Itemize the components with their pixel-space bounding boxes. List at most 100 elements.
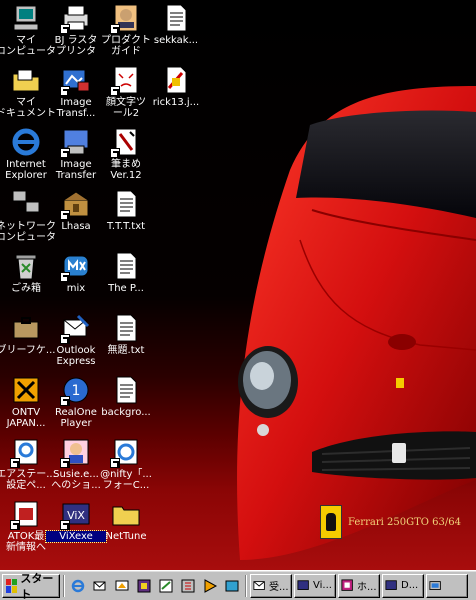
mix-app-icon — [60, 250, 92, 282]
desktop-icon[interactable]: エアステー... 設定ペ... — [0, 436, 56, 496]
shortcut-arrow-icon — [60, 334, 70, 344]
wallpaper-caption: Ferrari 250GTO 63/64 — [320, 502, 476, 542]
shortcut-arrow-icon — [60, 458, 70, 468]
quick-launch-bar — [68, 576, 242, 596]
desktop-icon[interactable]: sekkak... — [150, 2, 202, 62]
desktop-icon[interactable]: ネットワーク コンピュータ — [0, 188, 56, 248]
taskbar-button-label: ホ... — [357, 582, 377, 593]
desktop-icon[interactable]: NetTune — [100, 498, 152, 558]
desktop-icon[interactable]: 筆まめ Ver.12 — [100, 126, 152, 186]
app-launcher-icon[interactable] — [222, 576, 242, 596]
susie-viewer-icon — [60, 436, 92, 468]
text-file-icon — [110, 250, 142, 282]
shortcut-arrow-icon — [60, 396, 70, 406]
vix-app-icon — [297, 579, 311, 593]
shortcut-arrow-icon — [110, 148, 120, 158]
lhasa-archiver-icon — [60, 188, 92, 220]
svg-text:1: 1 — [72, 383, 81, 399]
shortcut-arrow-icon — [60, 148, 70, 158]
desktop-icon[interactable]: @nifty「... フォーC... — [100, 436, 152, 496]
desktop-icon[interactable]: mix — [50, 250, 102, 310]
internet-explorer-icon[interactable] — [68, 576, 88, 596]
image-transfer-app-icon — [60, 126, 92, 158]
desktop-icon[interactable]: Internet Explorer — [0, 126, 52, 186]
internet-explorer-icon — [10, 126, 42, 158]
vix-app-icon: ViX — [60, 498, 92, 530]
briefcase-icon — [10, 312, 42, 344]
desktop-icon[interactable]: Outlook Express — [50, 312, 102, 372]
folder-icon — [110, 498, 142, 530]
desktop-icon[interactable]: ONTV JAPAN... — [0, 374, 52, 434]
app-shortcut-icon[interactable] — [134, 576, 154, 596]
channels-icon[interactable] — [178, 576, 198, 596]
wallpaper-caption-text: Ferrari 250GTO 63/64 — [348, 516, 461, 528]
desktop-icon[interactable]: rick13.j... — [150, 64, 202, 124]
taskbar-button[interactable]: Vi... — [294, 573, 336, 598]
image-transfer-icon — [60, 64, 92, 96]
desktop-icon[interactable]: マイ コンピュータ — [0, 2, 56, 62]
desktop-icon[interactable]: Lhasa — [50, 188, 102, 248]
desktop-icon-label: NetTune — [105, 531, 147, 542]
explorer-icon — [429, 579, 443, 593]
text-file-icon — [110, 374, 142, 406]
nifty-ie-shortcut-icon — [110, 436, 142, 468]
desktop-icon[interactable]: ViX ViXexe — [45, 498, 107, 558]
folder-shortcut-icon[interactable] — [156, 576, 176, 596]
taskbar-button[interactable] — [426, 573, 468, 598]
my-documents-folder-icon — [10, 64, 42, 96]
desktop-icon[interactable]: Image Transf... — [50, 64, 102, 124]
product-guide-icon — [110, 2, 142, 34]
network-computer-icon — [10, 188, 42, 220]
shortcut-arrow-icon — [60, 24, 70, 34]
desktop-icon-label: The P... — [108, 283, 144, 294]
fudemame-icon — [110, 126, 142, 158]
taskbar-button-label: Vi... — [313, 580, 332, 591]
shortcut-arrow-icon — [10, 520, 20, 530]
printer-icon — [60, 2, 92, 34]
atok-info-icon — [10, 498, 42, 530]
show-desktop-icon[interactable] — [112, 576, 132, 596]
taskbar-button[interactable]: D... — [382, 573, 424, 598]
inbox-icon — [253, 579, 267, 593]
task-buttons: 受... Vi... ホ... D... — [250, 573, 468, 598]
taskbar: スタート 受... Vi... ホ... D... — [0, 570, 476, 600]
shortcut-arrow-icon — [60, 272, 70, 282]
ontv-japan-icon — [10, 374, 42, 406]
outlook-express-icon[interactable] — [90, 576, 110, 596]
shortcut-arrow-icon — [110, 458, 120, 468]
taskbar-separator — [245, 574, 247, 597]
airstation-settings-icon — [10, 436, 42, 468]
desktop-icon[interactable]: backgro... — [100, 374, 152, 434]
desktop-icon[interactable]: プロダクト ガイド — [100, 2, 152, 62]
desktop-icon[interactable]: Image Transfer — [50, 126, 102, 186]
desktop-icon-label: sekkak... — [153, 35, 199, 46]
taskbar-button[interactable]: ホ... — [338, 573, 380, 598]
emoticon-tool-icon — [110, 64, 142, 96]
desktop-icon[interactable]: BJ ラスタ プリンタ — [50, 2, 102, 62]
desktop-icon-label: 無題.txt — [107, 345, 145, 356]
start-button[interactable]: スタート — [2, 572, 60, 600]
desktop-icon[interactable]: Susie.e... へのショ... — [50, 436, 102, 496]
desktop-icon[interactable]: The P... — [100, 250, 152, 310]
shortcut-arrow-icon — [110, 86, 120, 96]
desktop-icon[interactable]: 顔文字ツ ール2 — [100, 64, 152, 124]
desktop-icon[interactable]: T.T.T.txt — [100, 188, 152, 248]
text-file-icon — [110, 188, 142, 220]
desktop[interactable]: マイ コンピュータ BJ ラスタ プリンタ プロダクト ガイド sekkak... マイ… — [0, 0, 476, 570]
taskbar-button[interactable]: 受... — [250, 573, 292, 598]
desktop-icon[interactable]: マイ ドキュメント — [0, 64, 56, 124]
taskbar-button-label: D... — [401, 580, 419, 591]
windows-logo-icon — [6, 578, 18, 593]
home-app-icon — [341, 578, 355, 593]
media-player-icon[interactable] — [200, 576, 220, 596]
desktop-icon[interactable]: 無題.txt — [100, 312, 152, 372]
recycle-bin-icon — [10, 250, 42, 282]
desktop-icon[interactable]: 1 RealOne Player — [50, 374, 102, 434]
desktop-icon[interactable]: ごみ箱 — [0, 250, 52, 310]
desktop-icon[interactable]: ブリーフケ... — [0, 312, 55, 372]
outlook-express-icon — [60, 312, 92, 344]
taskbar-button-label: 受... — [269, 582, 289, 593]
desktop-icon-label: @nifty「... フォーC... — [100, 469, 152, 491]
desktop-icon[interactable]: ATOK最 新情報へ — [0, 498, 52, 558]
desktop-icon-label: rick13.j... — [152, 97, 200, 108]
